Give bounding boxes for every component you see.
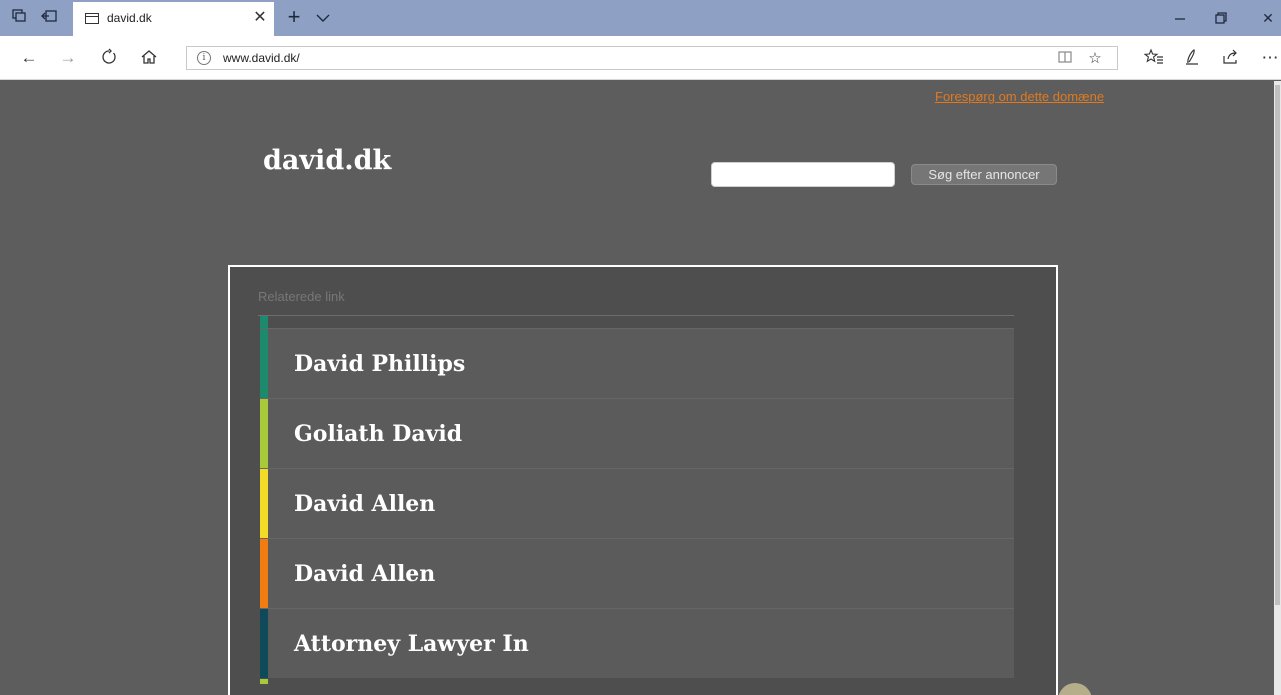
related-links-heading: Relaterede link	[258, 289, 345, 304]
link-accent-bar	[260, 539, 268, 608]
forward-arrow-icon[interactable]: →	[57, 48, 79, 68]
page-scrollbar[interactable]	[1274, 81, 1281, 695]
accent-stub-bottom	[260, 679, 268, 684]
title-bar: david.dk ✕ + ✕	[0, 0, 1281, 36]
set-aside-tabs-icon[interactable]	[40, 9, 58, 27]
related-links-panel: Relaterede link David Phillips Goliath D…	[228, 265, 1058, 695]
link-accent-bar	[260, 469, 268, 538]
navigation-bar: ← → i www.david.dk/ ☆ ⋯	[0, 36, 1281, 80]
accent-stub-top	[260, 316, 268, 328]
site-title: david.dk	[263, 145, 392, 176]
tab-actions-icon[interactable]	[10, 9, 28, 27]
back-arrow-icon[interactable]: ←	[18, 48, 40, 68]
close-icon[interactable]: ✕	[250, 8, 270, 28]
related-link-item[interactable]: David Allen	[260, 468, 1014, 538]
minimize-icon[interactable]	[1169, 9, 1191, 27]
related-link-item[interactable]: Goliath David	[260, 398, 1014, 468]
related-link-label[interactable]: David Phillips	[294, 329, 465, 399]
more-icon[interactable]: ⋯	[1259, 48, 1281, 68]
home-icon[interactable]	[138, 48, 160, 68]
chevron-down-icon[interactable]	[314, 9, 332, 27]
plus-icon[interactable]: +	[283, 5, 305, 29]
address-url[interactable]: www.david.dk/	[223, 51, 300, 65]
related-link-item[interactable]: David Allen	[260, 538, 1014, 608]
related-link-label[interactable]: David Allen	[294, 539, 435, 609]
scroll-to-top-button[interactable]	[1058, 683, 1092, 695]
search-input[interactable]	[711, 162, 895, 187]
refresh-icon[interactable]	[98, 48, 120, 68]
related-link-item[interactable]: David Phillips	[260, 328, 1014, 398]
address-bar[interactable]: i www.david.dk/ ☆	[186, 46, 1118, 70]
link-accent-bar	[260, 609, 268, 678]
browser-tab[interactable]: david.dk ✕	[73, 2, 274, 36]
related-link-label[interactable]: Attorney Lawyer In	[294, 609, 529, 679]
link-accent-bar	[260, 329, 268, 398]
star-icon[interactable]: ☆	[1085, 49, 1105, 69]
search-ads-button[interactable]: Søg efter annoncer	[911, 164, 1057, 185]
share-icon[interactable]	[1219, 48, 1241, 68]
pen-icon[interactable]	[1181, 48, 1203, 68]
info-icon[interactable]: i	[197, 51, 211, 65]
inquire-domain-link[interactable]: Forespørg om dette domæne	[935, 89, 1104, 104]
related-link-label[interactable]: David Allen	[294, 469, 435, 539]
related-link-label[interactable]: Goliath David	[294, 399, 462, 469]
tab-title: david.dk	[107, 11, 152, 25]
book-icon[interactable]	[1055, 49, 1075, 69]
restore-icon[interactable]	[1210, 9, 1232, 27]
close-window-icon[interactable]: ✕	[1257, 9, 1279, 27]
divider	[258, 315, 1014, 316]
related-link-item[interactable]: Attorney Lawyer In	[260, 608, 1014, 678]
page-favicon-icon	[85, 13, 99, 24]
favorites-list-icon[interactable]	[1143, 48, 1165, 68]
link-accent-bar	[260, 399, 268, 468]
scrollbar-thumb[interactable]	[1275, 85, 1280, 605]
